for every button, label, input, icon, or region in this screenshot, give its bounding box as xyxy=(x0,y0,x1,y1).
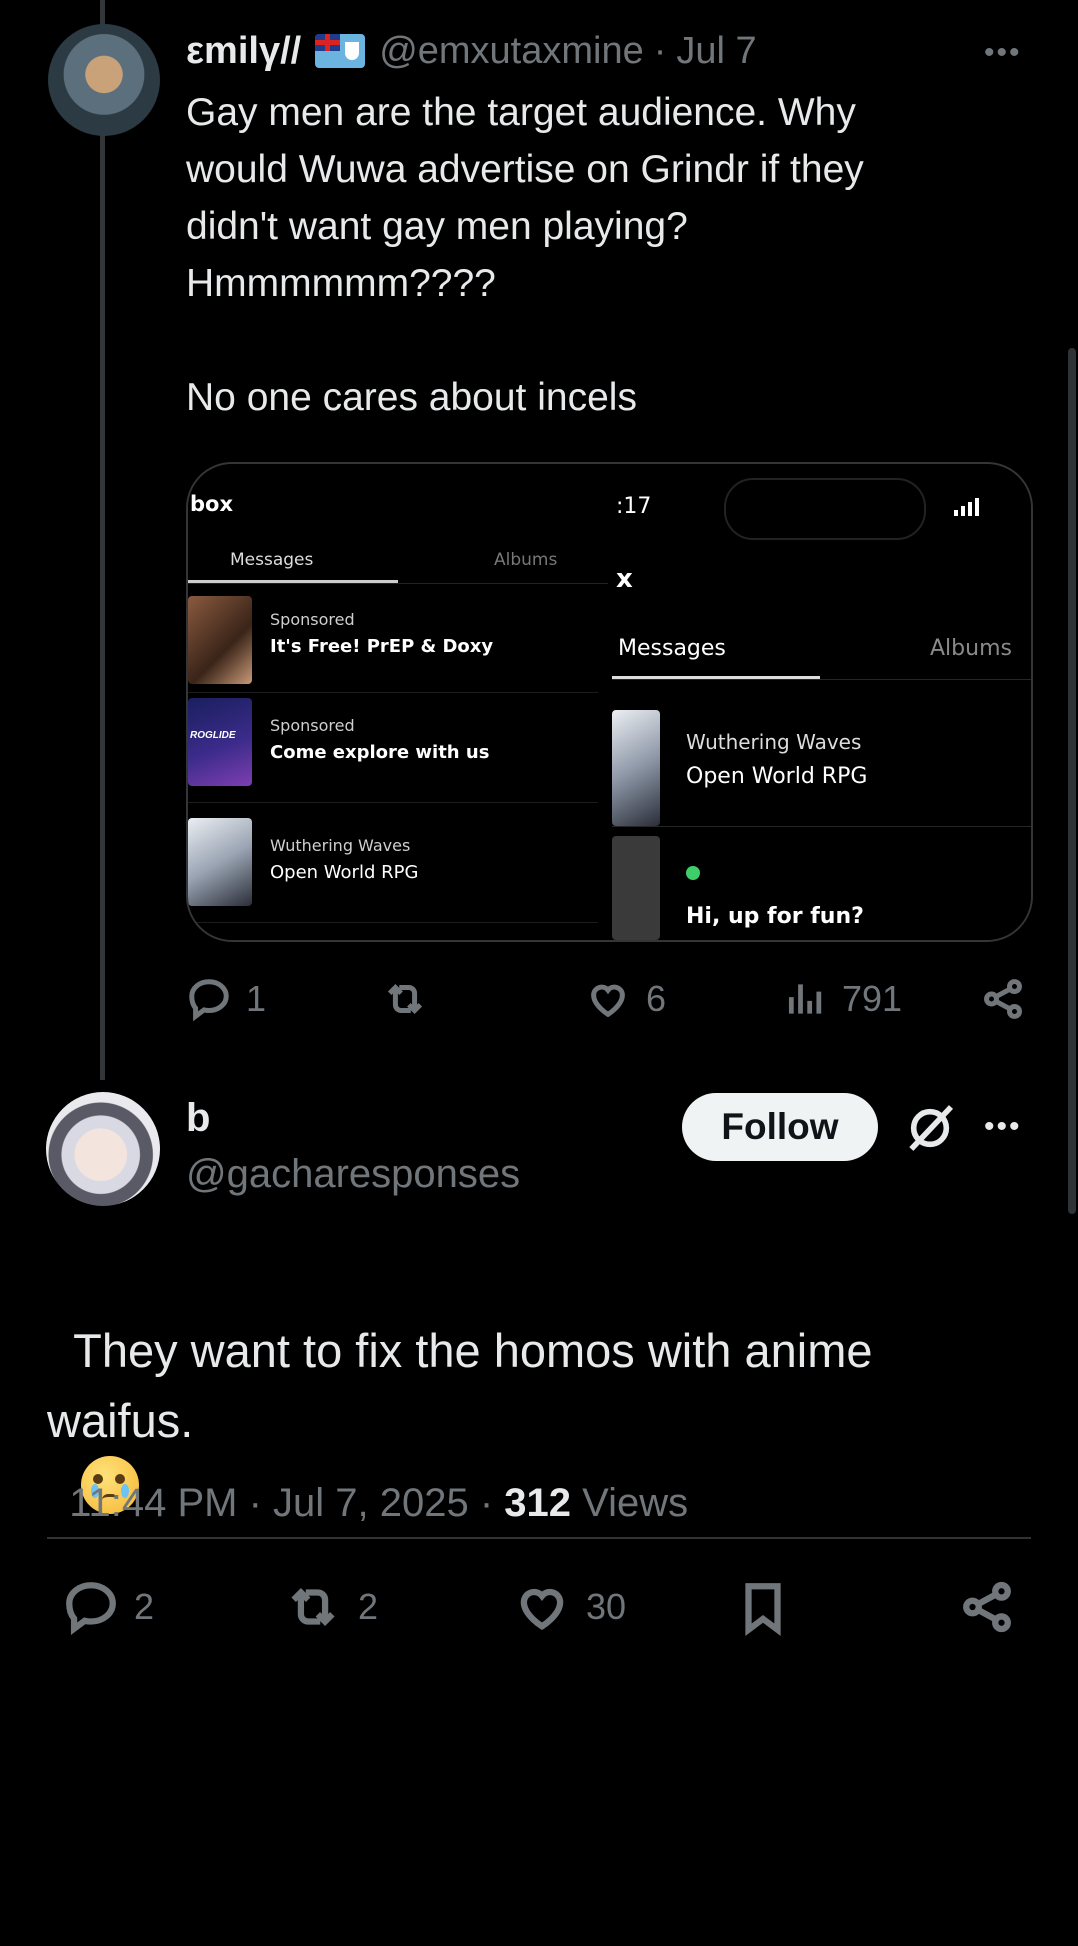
handle[interactable]: @gacharesponses xyxy=(186,1152,520,1197)
follow-button[interactable]: Follow xyxy=(682,1093,878,1161)
more-options-icon[interactable]: ••• xyxy=(984,1110,1022,1144)
post-timestamp: 11:44 PM · Jul 7, 2025 · 312 Views xyxy=(47,1436,688,1526)
ad-title: Come explore with us xyxy=(270,742,490,763)
ad-title: Open World RPG xyxy=(270,862,419,883)
post-text: Gay men are the target audience. Why wou… xyxy=(186,91,864,419)
views-icon xyxy=(788,984,822,1014)
online-indicator-icon xyxy=(686,866,700,880)
bookmark-button[interactable] xyxy=(734,1578,792,1638)
ad-thumbnail xyxy=(188,596,252,684)
reply-button[interactable]: 2 xyxy=(62,1578,154,1636)
divider xyxy=(47,1537,1031,1539)
tab-divider xyxy=(612,679,1031,680)
reply-body: They want to fix the homos with anime wa… xyxy=(47,1324,873,1447)
list-item: Hi, up for fun? xyxy=(612,836,1031,940)
screenshot-right: :17 x Messages Albums Wuthering Waves Op… xyxy=(612,464,1031,940)
like-button[interactable]: 6 xyxy=(584,976,666,1022)
reply-count: 1 xyxy=(246,978,267,1019)
dynamic-island xyxy=(724,478,926,540)
ad-brand-label: Wuthering Waves xyxy=(270,836,411,855)
sponsored-label: Sponsored xyxy=(270,610,355,629)
thread-line xyxy=(100,0,105,1080)
more-options-icon[interactable]: ••• xyxy=(984,36,1022,70)
scrollbar[interactable] xyxy=(1068,348,1076,1214)
sponsored-label: Sponsored xyxy=(270,716,355,735)
list-item: ROGLIDE Sponsored Come explore with us xyxy=(188,698,598,803)
signal-icon xyxy=(954,498,979,516)
views-label: Views xyxy=(571,1481,689,1525)
image-split xyxy=(608,464,612,940)
share-button[interactable] xyxy=(980,976,1026,1022)
views-button[interactable]: 791 xyxy=(784,976,902,1022)
ad-brand: ROGLIDE xyxy=(190,730,236,741)
reply-icon xyxy=(189,979,229,1022)
like-count: 30 xyxy=(586,1586,627,1627)
tab-messages: Messages xyxy=(618,636,726,661)
views-total: 312 xyxy=(504,1481,572,1525)
ad-title: It's Free! PrEP & Doxy xyxy=(270,636,494,657)
repost-icon xyxy=(387,983,423,1015)
inbox-header: box xyxy=(190,492,234,516)
share-icon xyxy=(984,979,1022,1019)
ad-title: Open World RPG xyxy=(686,764,868,789)
share-button[interactable] xyxy=(958,1578,1016,1636)
grok-icon[interactable] xyxy=(902,1100,958,1156)
tab-albums: Albums xyxy=(930,636,1012,661)
repost-count: 2 xyxy=(358,1586,379,1627)
avatar[interactable] xyxy=(48,24,160,136)
handle[interactable]: @emxutaxmine xyxy=(379,30,644,73)
tab-albums: Albums xyxy=(494,550,558,570)
tab-messages: Messages xyxy=(230,550,314,570)
repost-button[interactable] xyxy=(380,976,444,1022)
list-item: Sponsored It's Free! PrEP & Doxy xyxy=(188,588,598,693)
separator: · xyxy=(653,29,667,72)
like-count: 6 xyxy=(646,978,667,1019)
repost-button[interactable]: 2 xyxy=(282,1578,378,1636)
views-count: 791 xyxy=(842,978,903,1019)
post-date[interactable]: Jul 7 xyxy=(676,30,756,73)
tab-divider xyxy=(188,583,608,584)
timestamp-text[interactable]: 11:44 PM · Jul 7, 2025 · xyxy=(69,1481,504,1525)
display-name[interactable]: εmilγ// xyxy=(186,30,301,73)
reply-button[interactable]: 1 xyxy=(186,976,266,1022)
bookmark-icon xyxy=(745,1583,781,1637)
ad-thumbnail: ROGLIDE xyxy=(188,698,252,786)
post-header: εmilγ// @emxutaxmine · Jul 7 xyxy=(186,26,757,76)
profile-thumbnail xyxy=(612,836,660,940)
ad-thumbnail xyxy=(188,818,252,906)
list-item: Wuthering Waves Open World RPG xyxy=(612,686,1031,827)
reply-icon xyxy=(66,1582,116,1636)
post-media[interactable]: box Messages Albums Sponsored It's Free!… xyxy=(186,462,1033,942)
ad-brand-label: Wuthering Waves xyxy=(686,730,862,754)
heart-icon xyxy=(591,984,625,1018)
reply-count: 2 xyxy=(134,1586,155,1627)
like-button[interactable]: 30 xyxy=(512,1578,626,1636)
screenshot-left: box Messages Albums Sponsored It's Free!… xyxy=(188,464,608,940)
avatar[interactable] xyxy=(46,1092,160,1206)
status-time: :17 xyxy=(616,494,652,519)
flag-icon xyxy=(315,34,366,68)
heart-icon xyxy=(520,1588,564,1631)
message-preview: Hi, up for fun? xyxy=(686,904,864,929)
share-icon xyxy=(963,1581,1011,1633)
repost-icon xyxy=(291,1588,335,1626)
ad-thumbnail xyxy=(612,710,660,826)
list-item: Wuthering Waves Open World RPG xyxy=(188,818,598,923)
display-name[interactable]: b xyxy=(186,1096,210,1141)
close-icon: x xyxy=(616,564,633,594)
